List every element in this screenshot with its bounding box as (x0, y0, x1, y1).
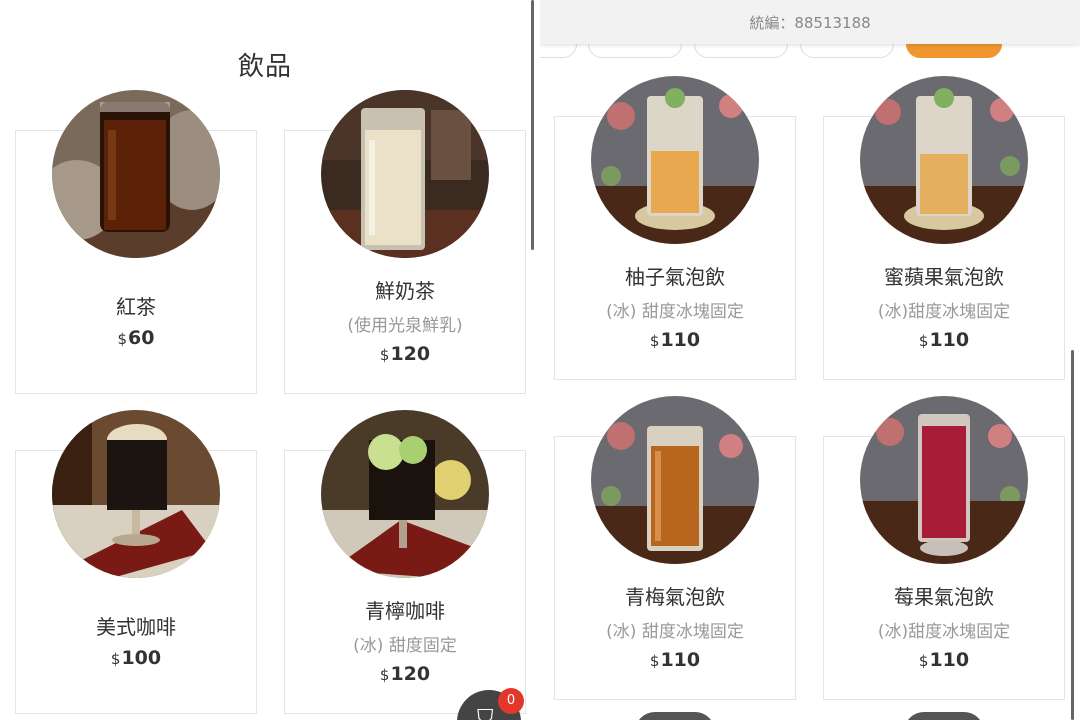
product-name: 鮮奶茶 (375, 279, 435, 303)
product-note: (冰)甜度冰塊固定 (877, 622, 1011, 642)
section-title: 飲品 (237, 52, 292, 82)
product-name: 紅茶 (116, 295, 156, 319)
menu-panel-sparkling: 統編：88513188 柚子氣泡飲 (冰) 甜度冰塊固定 $110 蜜蘋果氣泡飲… (540, 0, 1080, 720)
product-note: (使用光泉鮮乳) (347, 316, 463, 336)
product-price: $60 (117, 327, 155, 349)
product-price: $110 (918, 329, 970, 351)
menu-panel-drinks: 飲品 紅茶 $60 鮮奶茶 (使用光泉鮮乳) $120 美式咖啡 $100 青檸… (0, 0, 530, 720)
product-image-lime-coffee[interactable] (321, 410, 489, 578)
product-price: $110 (918, 649, 970, 671)
product-image-yuzu-sparkling[interactable] (591, 76, 759, 244)
product-note: (冰) 甜度固定 (353, 636, 457, 656)
product-price: $120 (379, 343, 431, 365)
product-image-partial (635, 712, 715, 720)
product-name: 美式咖啡 (96, 615, 176, 639)
product-note: (冰)甜度冰塊固定 (877, 302, 1011, 322)
product-note: (冰) 甜度冰塊固定 (606, 622, 744, 642)
product-price: $100 (110, 647, 162, 669)
product-price: $120 (379, 663, 431, 685)
product-image-black-tea[interactable] (52, 90, 220, 258)
product-image-partial (904, 712, 984, 720)
scrollbar-left[interactable] (531, 0, 534, 250)
product-price: $110 (649, 329, 701, 351)
product-name: 蜜蘋果氣泡飲 (884, 265, 1004, 289)
product-note: (冰) 甜度冰塊固定 (606, 302, 744, 322)
product-price: $110 (649, 649, 701, 671)
product-image-green-plum-sparkling[interactable] (591, 396, 759, 564)
product-image-honey-apple-sparkling[interactable] (860, 76, 1028, 244)
product-image-berry-sparkling[interactable] (860, 396, 1028, 564)
product-name: 柚子氣泡飲 (625, 265, 725, 289)
scrollbar-right[interactable] (1071, 350, 1074, 720)
cart-icon: ⛉ (477, 706, 494, 720)
product-image-americano[interactable] (52, 410, 220, 578)
product-name: 青梅氣泡飲 (625, 585, 725, 609)
cart-count-badge: 0 (498, 688, 524, 714)
header-bar: 統編：88513188 (540, 0, 1080, 44)
product-name: 青檸咖啡 (365, 599, 445, 623)
product-name: 莓果氣泡飲 (894, 585, 994, 609)
product-image-milk-tea[interactable] (321, 90, 489, 258)
tax-id-text: 統編：88513188 (749, 14, 871, 32)
